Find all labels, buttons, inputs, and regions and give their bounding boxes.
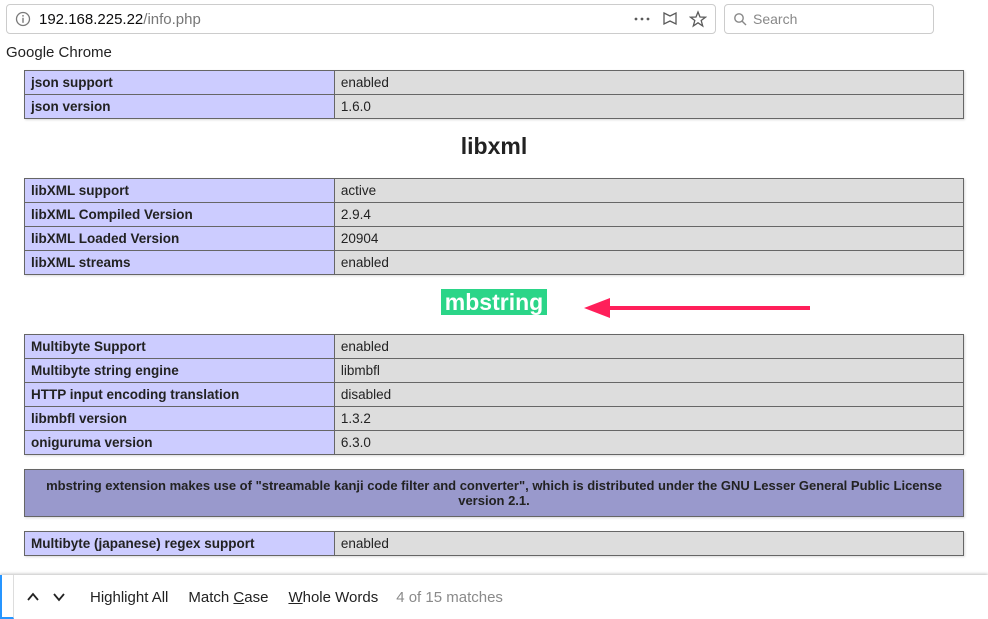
cell-key: json version <box>25 95 335 119</box>
cell-val: 2.9.4 <box>334 203 963 227</box>
reader-mode-icon[interactable] <box>661 10 679 28</box>
cell-key: libmbfl version <box>25 407 335 431</box>
cell-key: Multibyte string engine <box>25 359 335 383</box>
bookmark-star-icon[interactable] <box>689 10 707 28</box>
search-icon <box>733 12 747 26</box>
cell-key: libXML streams <box>25 251 335 275</box>
find-prev-button[interactable] <box>20 584 46 610</box>
highlight-all-toggle[interactable]: Highlight All <box>80 589 178 606</box>
json-table: json supportenabled json version1.6.0 <box>24 70 964 119</box>
cell-key: Multibyte Support <box>25 335 335 359</box>
mbstring-table-2: Multibyte (japanese) regex supportenable… <box>24 531 964 556</box>
find-bar: Highlight All Match Case Whole Words 4 o… <box>0 575 988 619</box>
cell-val: libmbfl <box>334 359 963 383</box>
cell-key: HTTP input encoding translation <box>25 383 335 407</box>
cell-val: active <box>334 179 963 203</box>
url-bar[interactable]: 192.168.225.22/info.php <box>6 4 716 34</box>
table-row: Multibyte string enginelibmbfl <box>25 359 964 383</box>
section-heading-mbstring: mbstring <box>24 289 964 316</box>
cell-key: oniguruma version <box>25 431 335 455</box>
search-box[interactable]: Search <box>724 4 934 34</box>
page-actions-icon[interactable] <box>633 11 651 27</box>
cell-val: enabled <box>334 335 963 359</box>
cell-val: 1.6.0 <box>334 95 963 119</box>
table-row: libXML Loaded Version20904 <box>25 227 964 251</box>
search-placeholder: Search <box>753 11 797 27</box>
find-match-count: 4 of 15 matches <box>388 589 503 606</box>
table-row: libXML supportactive <box>25 179 964 203</box>
table-row: libmbfl version1.3.2 <box>25 407 964 431</box>
mbstring-note: mbstring extension makes use of "streama… <box>24 469 964 517</box>
note-text: mbstring extension makes use of "streama… <box>25 470 964 517</box>
browser-toolbar: 192.168.225.22/info.php Search <box>0 0 988 38</box>
page-content: json supportenabled json version1.6.0 li… <box>0 68 988 575</box>
cell-key: libXML Loaded Version <box>25 227 335 251</box>
find-input[interactable] <box>0 575 14 619</box>
cell-key: Multibyte (japanese) regex support <box>25 532 335 556</box>
table-row: oniguruma version6.3.0 <box>25 431 964 455</box>
tab-title[interactable]: Google Chrome <box>4 42 114 63</box>
search-highlight: mbstring <box>441 289 547 315</box>
table-row: json supportenabled <box>25 71 964 95</box>
cell-val: 6.3.0 <box>334 431 963 455</box>
tab-strip: Google Chrome <box>0 38 988 67</box>
cell-val: 1.3.2 <box>334 407 963 431</box>
table-row: libXML Compiled Version2.9.4 <box>25 203 964 227</box>
table-row: json version1.6.0 <box>25 95 964 119</box>
site-info-icon[interactable] <box>15 11 31 27</box>
libxml-table: libXML supportactive libXML Compiled Ver… <box>24 178 964 275</box>
cell-val: enabled <box>334 532 963 556</box>
cell-val: 20904 <box>334 227 963 251</box>
table-row: HTTP input encoding translationdisabled <box>25 383 964 407</box>
cell-val: disabled <box>334 383 963 407</box>
table-row: libXML streamsenabled <box>25 251 964 275</box>
url-text[interactable]: 192.168.225.22/info.php <box>39 11 627 28</box>
cell-key: json support <box>25 71 335 95</box>
cell-key: libXML Compiled Version <box>25 203 335 227</box>
find-next-button[interactable] <box>46 584 72 610</box>
table-row: Multibyte Supportenabled <box>25 335 964 359</box>
cell-val: enabled <box>334 251 963 275</box>
table-row: Multibyte (japanese) regex supportenable… <box>25 532 964 556</box>
match-case-toggle[interactable]: Match Case <box>178 589 278 606</box>
cell-val: enabled <box>334 71 963 95</box>
section-heading-libxml: libxml <box>24 133 964 160</box>
mbstring-table: Multibyte Supportenabled Multibyte strin… <box>24 334 964 455</box>
cell-key: libXML support <box>25 179 335 203</box>
whole-words-toggle[interactable]: Whole Words <box>278 589 388 606</box>
